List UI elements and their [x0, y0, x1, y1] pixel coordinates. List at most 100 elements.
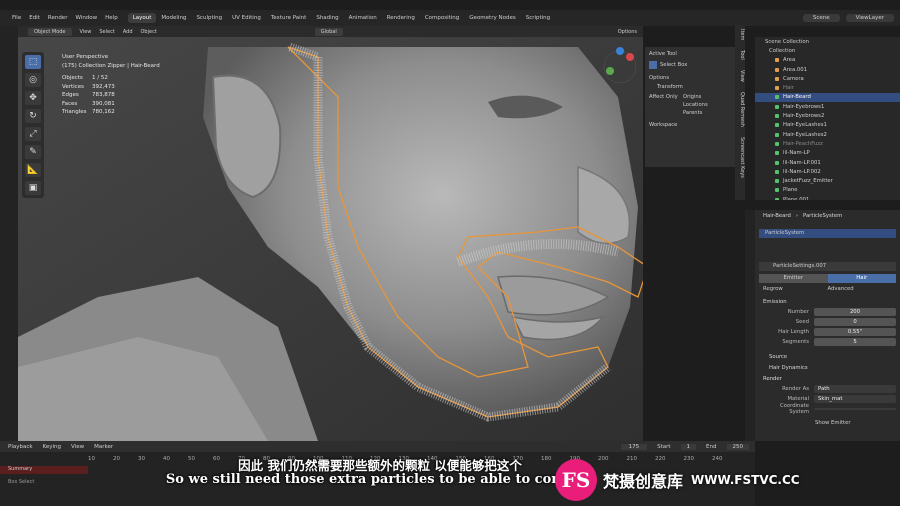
material-dropdown[interactable]: Skin_mat	[814, 395, 896, 403]
measure-tool[interactable]: 📐	[25, 163, 41, 177]
outliner-item[interactable]: Hair-Eyebrows1	[755, 102, 900, 111]
outliner-item[interactable]: Hair-Eyebrows2	[755, 111, 900, 120]
parents-checkbox[interactable]: Parents	[649, 110, 731, 116]
menu-playback[interactable]: Playback	[8, 444, 33, 450]
tab-rendering[interactable]: Rendering	[382, 13, 420, 23]
advanced-checkbox[interactable]: Advanced	[828, 286, 893, 292]
emitter-button[interactable]: Emitter	[759, 274, 828, 283]
options-header[interactable]: Options	[649, 75, 731, 81]
locations-checkbox[interactable]: Locations	[649, 102, 731, 108]
menu-edit[interactable]: Edit	[29, 15, 40, 21]
outliner-item[interactable]: JacketFuzz_Emitter	[755, 176, 900, 185]
tab-screencast-keys[interactable]: Screencast Keys	[735, 137, 745, 178]
tab-modeling[interactable]: Modeling	[156, 13, 191, 23]
regrow-checkbox[interactable]: Regrow	[763, 286, 828, 292]
source-header[interactable]: Source	[755, 351, 900, 362]
gizmo-y-axis[interactable]	[606, 67, 614, 75]
menu-view-timeline[interactable]: View	[71, 444, 84, 450]
scene-collection[interactable]: Scene Collection	[755, 37, 900, 46]
menu-window[interactable]: Window	[75, 15, 97, 21]
show-emitter-checkbox[interactable]: Show Emitter	[755, 420, 900, 426]
outliner-item[interactable]: Plane.001	[755, 195, 900, 200]
tab-sculpting[interactable]: Sculpting	[191, 13, 227, 23]
tab-scripting[interactable]: Scripting	[521, 13, 555, 23]
scene-field[interactable]: Scene	[802, 14, 840, 22]
coordinate-system-field[interactable]	[814, 408, 896, 410]
view-layer-field[interactable]: ViewLayer	[845, 14, 894, 22]
gizmo-x-axis[interactable]	[626, 53, 634, 61]
tab-layout[interactable]: Layout	[127, 13, 157, 23]
workspace-tabs: Layout Modeling Sculpting UV Editing Tex…	[127, 13, 555, 23]
menu-file[interactable]: File	[12, 15, 21, 21]
outliner-item[interactable]: Hair-PeachFuzz	[755, 139, 900, 148]
gizmo-z-axis[interactable]	[616, 47, 624, 55]
outliner-item[interactable]: Hair-EyeLashes2	[755, 130, 900, 139]
outliner-item[interactable]: lil-Nam-LP.001	[755, 158, 900, 167]
outliner-item[interactable]: Hair-Beard	[755, 92, 900, 103]
menu-select[interactable]: Select	[99, 29, 114, 35]
scale-tool[interactable]: ⤢	[25, 127, 41, 141]
annotate-tool[interactable]: ✎	[25, 145, 41, 159]
outliner-item[interactable]: Area	[755, 56, 900, 65]
origins-checkbox[interactable]: Origins	[683, 94, 701, 100]
object-icon	[775, 123, 779, 128]
render-as-dropdown[interactable]: Path	[814, 385, 896, 393]
segments-field[interactable]: 5	[814, 338, 896, 346]
mode-dropdown[interactable]: Object Mode	[28, 27, 72, 36]
outliner-item[interactable]: Hair	[755, 83, 900, 92]
menu-help[interactable]: Help	[105, 15, 118, 21]
outliner-item[interactable]: Camera	[755, 74, 900, 83]
outliner[interactable]: Scene Collection Collection Area Area.001…	[755, 37, 900, 200]
collection-row[interactable]: Collection	[755, 46, 900, 55]
render-header[interactable]: Render	[755, 373, 900, 384]
tab-tool[interactable]: Tool	[735, 50, 745, 60]
tab-view[interactable]: View	[735, 70, 745, 82]
emission-header[interactable]: Emission	[755, 296, 900, 307]
menu-keying[interactable]: Keying	[43, 444, 61, 450]
workspace-header[interactable]: Workspace	[649, 122, 731, 128]
menu-render[interactable]: Render	[48, 15, 68, 21]
menu-add[interactable]: Add	[123, 29, 133, 35]
start-field[interactable]: 1	[680, 443, 697, 450]
outliner-item[interactable]: Plane	[755, 186, 900, 195]
hair-length-field[interactable]: 0.55"	[814, 328, 896, 336]
hair-button[interactable]: Hair	[827, 274, 896, 283]
move-tool[interactable]: ✥	[25, 91, 41, 105]
current-frame-field[interactable]: 175	[620, 443, 648, 450]
select-box-row[interactable]: Select Box	[649, 61, 731, 69]
rotate-tool[interactable]: ↻	[25, 109, 41, 123]
particle-settings-field[interactable]: ParticleSettings.007	[759, 262, 896, 271]
particle-system-item[interactable]: ParticleSystem	[759, 229, 896, 238]
cursor-tool[interactable]: ◎	[25, 73, 41, 87]
outliner-item[interactable]: Area.001	[755, 65, 900, 74]
menu-object[interactable]: Object	[141, 29, 157, 35]
outliner-item-label: JacketFuzz_Emitter	[783, 178, 833, 185]
scene-selectors: Scene ViewLayer	[802, 14, 900, 22]
watermark-name: 梵摄创意库	[603, 472, 684, 491]
tab-uv-editing[interactable]: UV Editing	[227, 13, 266, 23]
orientation-dropdown[interactable]: Global	[314, 27, 343, 36]
select-box-tool[interactable]: ⬚	[25, 55, 41, 69]
seed-field[interactable]: 0	[814, 318, 896, 326]
number-field[interactable]: 200	[814, 308, 896, 316]
tab-texture-paint[interactable]: Texture Paint	[266, 13, 312, 23]
active-tool-header[interactable]: Active Tool	[649, 51, 731, 57]
properties-tabs[interactable]	[745, 210, 755, 441]
outliner-item[interactable]: Hair-EyeLashes1	[755, 121, 900, 130]
transform-header[interactable]: Transform	[649, 84, 731, 90]
tab-geometry-nodes[interactable]: Geometry Nodes	[464, 13, 520, 23]
tab-shading[interactable]: Shading	[311, 13, 343, 23]
tab-animation[interactable]: Animation	[344, 13, 382, 23]
outliner-item[interactable]: lil-Nam-LP	[755, 149, 900, 158]
hair-dynamics-header[interactable]: Hair Dynamics	[755, 362, 900, 373]
object-icon	[775, 169, 779, 174]
tab-quad-remesh[interactable]: Quad Remesh	[735, 92, 745, 127]
tab-item[interactable]: Item	[735, 29, 745, 40]
add-cube-tool[interactable]: ▣	[25, 181, 41, 195]
end-field[interactable]: 250	[726, 443, 749, 450]
tab-compositing[interactable]: Compositing	[420, 13, 464, 23]
outliner-item[interactable]: lil-Nam-LP.002	[755, 167, 900, 176]
options-dropdown[interactable]: Options	[618, 29, 637, 35]
menu-view[interactable]: View	[80, 29, 92, 35]
menu-marker[interactable]: Marker	[94, 444, 113, 450]
